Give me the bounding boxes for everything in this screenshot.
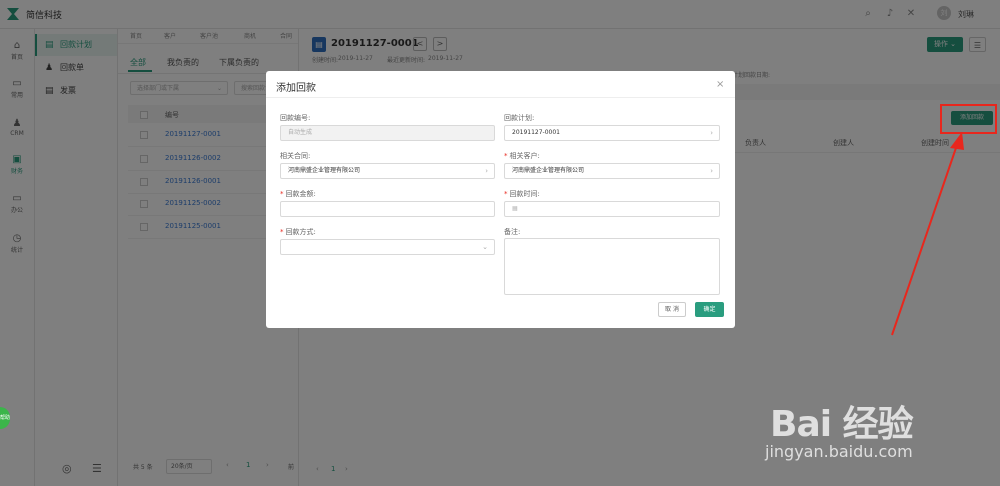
customer-label: * 相关客户:: [504, 151, 540, 161]
amount-label: * 回款金额:: [280, 189, 316, 199]
baidu-watermark-url: jingyan.baidu.com: [765, 442, 913, 461]
payment-method-select[interactable]: ⌄: [280, 239, 495, 255]
remark-textarea[interactable]: [504, 238, 720, 295]
payment-plan-select[interactable]: 20191127-0001 ›: [504, 125, 720, 141]
chevron-down-icon: ⌄: [482, 243, 488, 251]
payment-number-label: 回款编号:: [280, 114, 311, 122]
calendar-icon: ▦: [512, 205, 518, 212]
customer-select[interactable]: 河南鼎盛企业管理有限公司 ›: [504, 163, 720, 179]
payment-number-field: 自动生成: [280, 125, 495, 141]
payment-time-label: * 回款时间:: [504, 189, 540, 199]
payment-time-picker[interactable]: ▦: [504, 201, 720, 217]
annotation-arrow-icon: [891, 132, 964, 336]
required-marker: *: [504, 190, 508, 198]
dialog-title: 添加回款: [276, 83, 316, 94]
customer-value: 河南鼎盛企业管理有限公司: [512, 167, 585, 174]
required-marker: *: [280, 190, 284, 198]
remark-label: 备注:: [504, 228, 521, 236]
baidu-watermark: Bai 经验: [770, 404, 914, 445]
contract-value: 河南鼎盛企业管理有限公司: [288, 167, 361, 174]
chevron-right-icon: ›: [485, 167, 488, 175]
amount-input[interactable]: [280, 201, 495, 217]
payment-method-label-text: 回款方式:: [285, 228, 316, 236]
required-marker: *: [280, 228, 284, 236]
payment-method-label: * 回款方式:: [280, 227, 316, 237]
chevron-right-icon: ›: [710, 129, 713, 137]
required-marker: *: [504, 152, 508, 160]
cancel-button[interactable]: 取 消: [658, 302, 686, 317]
customer-label-text: 相关客户:: [509, 152, 540, 160]
contract-select[interactable]: 河南鼎盛企业管理有限公司 ›: [280, 163, 495, 179]
payment-plan-value: 20191127-0001: [512, 129, 560, 136]
amount-label-text: 回款金额:: [285, 190, 316, 198]
dialog-divider: [266, 97, 735, 98]
payment-plan-label: 回款计划:: [504, 114, 535, 122]
contract-label: 相关合同:: [280, 152, 311, 160]
close-icon[interactable]: ×: [716, 79, 724, 90]
payment-time-label-text: 回款时间:: [509, 190, 540, 198]
chevron-right-icon: ›: [710, 167, 713, 175]
confirm-button[interactable]: 确定: [695, 302, 724, 317]
